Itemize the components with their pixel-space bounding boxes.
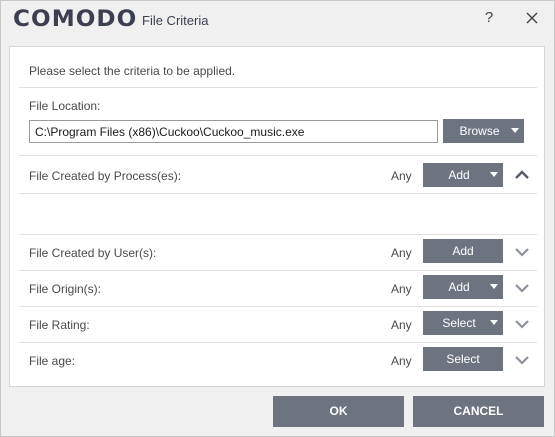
user-add-label: Add bbox=[452, 244, 474, 258]
process-add-label: Add bbox=[448, 168, 470, 182]
age-select-label: Select bbox=[446, 352, 480, 366]
browse-button-label: Browse bbox=[459, 124, 500, 138]
file-location-label: File Location: bbox=[29, 99, 101, 113]
ok-button[interactable]: OK bbox=[273, 396, 404, 427]
chevron-down-icon bbox=[490, 320, 498, 325]
user-criteria-value: Any bbox=[391, 246, 412, 260]
file-criteria-dialog: COMODO File Criteria ? Please select the… bbox=[0, 0, 555, 437]
chevron-down-icon bbox=[490, 284, 498, 289]
process-criteria-label: File Created by Process(es): bbox=[29, 169, 182, 183]
divider bbox=[19, 306, 537, 307]
chevron-down-icon bbox=[490, 172, 498, 177]
chevron-down-icon[interactable] bbox=[513, 318, 531, 330]
help-icon[interactable]: ? bbox=[479, 8, 499, 28]
browse-button[interactable]: Browse bbox=[443, 119, 524, 143]
divider bbox=[19, 270, 537, 271]
divider bbox=[19, 342, 537, 343]
dialog-title: File Criteria bbox=[142, 13, 209, 28]
chevron-up-icon[interactable] bbox=[513, 169, 531, 181]
divider bbox=[19, 155, 537, 156]
user-criteria-label: File Created by User(s): bbox=[29, 246, 157, 260]
divider bbox=[19, 193, 537, 194]
title-bar: COMODO File Criteria ? bbox=[1, 1, 554, 37]
chevron-down-icon[interactable] bbox=[513, 354, 531, 366]
divider bbox=[19, 87, 537, 88]
rating-select-button[interactable]: Select bbox=[423, 311, 503, 335]
cancel-button[interactable]: CANCEL bbox=[413, 396, 544, 427]
user-add-button[interactable]: Add bbox=[423, 239, 503, 263]
chevron-down-icon[interactable] bbox=[513, 246, 531, 258]
age-select-button[interactable]: Select bbox=[423, 347, 503, 371]
criteria-panel: Please select the criteria to be applied… bbox=[9, 46, 545, 387]
divider bbox=[19, 234, 537, 235]
rating-criteria-label: File Rating: bbox=[29, 318, 90, 332]
process-criteria-value: Any bbox=[391, 169, 412, 183]
comodo-logo: COMODO bbox=[13, 7, 138, 32]
rating-criteria-value: Any bbox=[391, 318, 412, 332]
file-location-input[interactable] bbox=[29, 120, 438, 143]
close-icon[interactable] bbox=[521, 7, 543, 29]
origin-add-label: Add bbox=[448, 280, 470, 294]
age-criteria-value: Any bbox=[391, 354, 412, 368]
chevron-down-icon bbox=[511, 128, 519, 133]
intro-text: Please select the criteria to be applied… bbox=[29, 64, 236, 78]
origin-criteria-value: Any bbox=[391, 282, 412, 296]
origin-criteria-label: File Origin(s): bbox=[29, 282, 102, 296]
process-add-button[interactable]: Add bbox=[423, 163, 503, 187]
age-criteria-label: File age: bbox=[29, 354, 76, 368]
origin-add-button[interactable]: Add bbox=[423, 275, 503, 299]
chevron-down-icon[interactable] bbox=[513, 282, 531, 294]
rating-select-label: Select bbox=[442, 316, 476, 330]
